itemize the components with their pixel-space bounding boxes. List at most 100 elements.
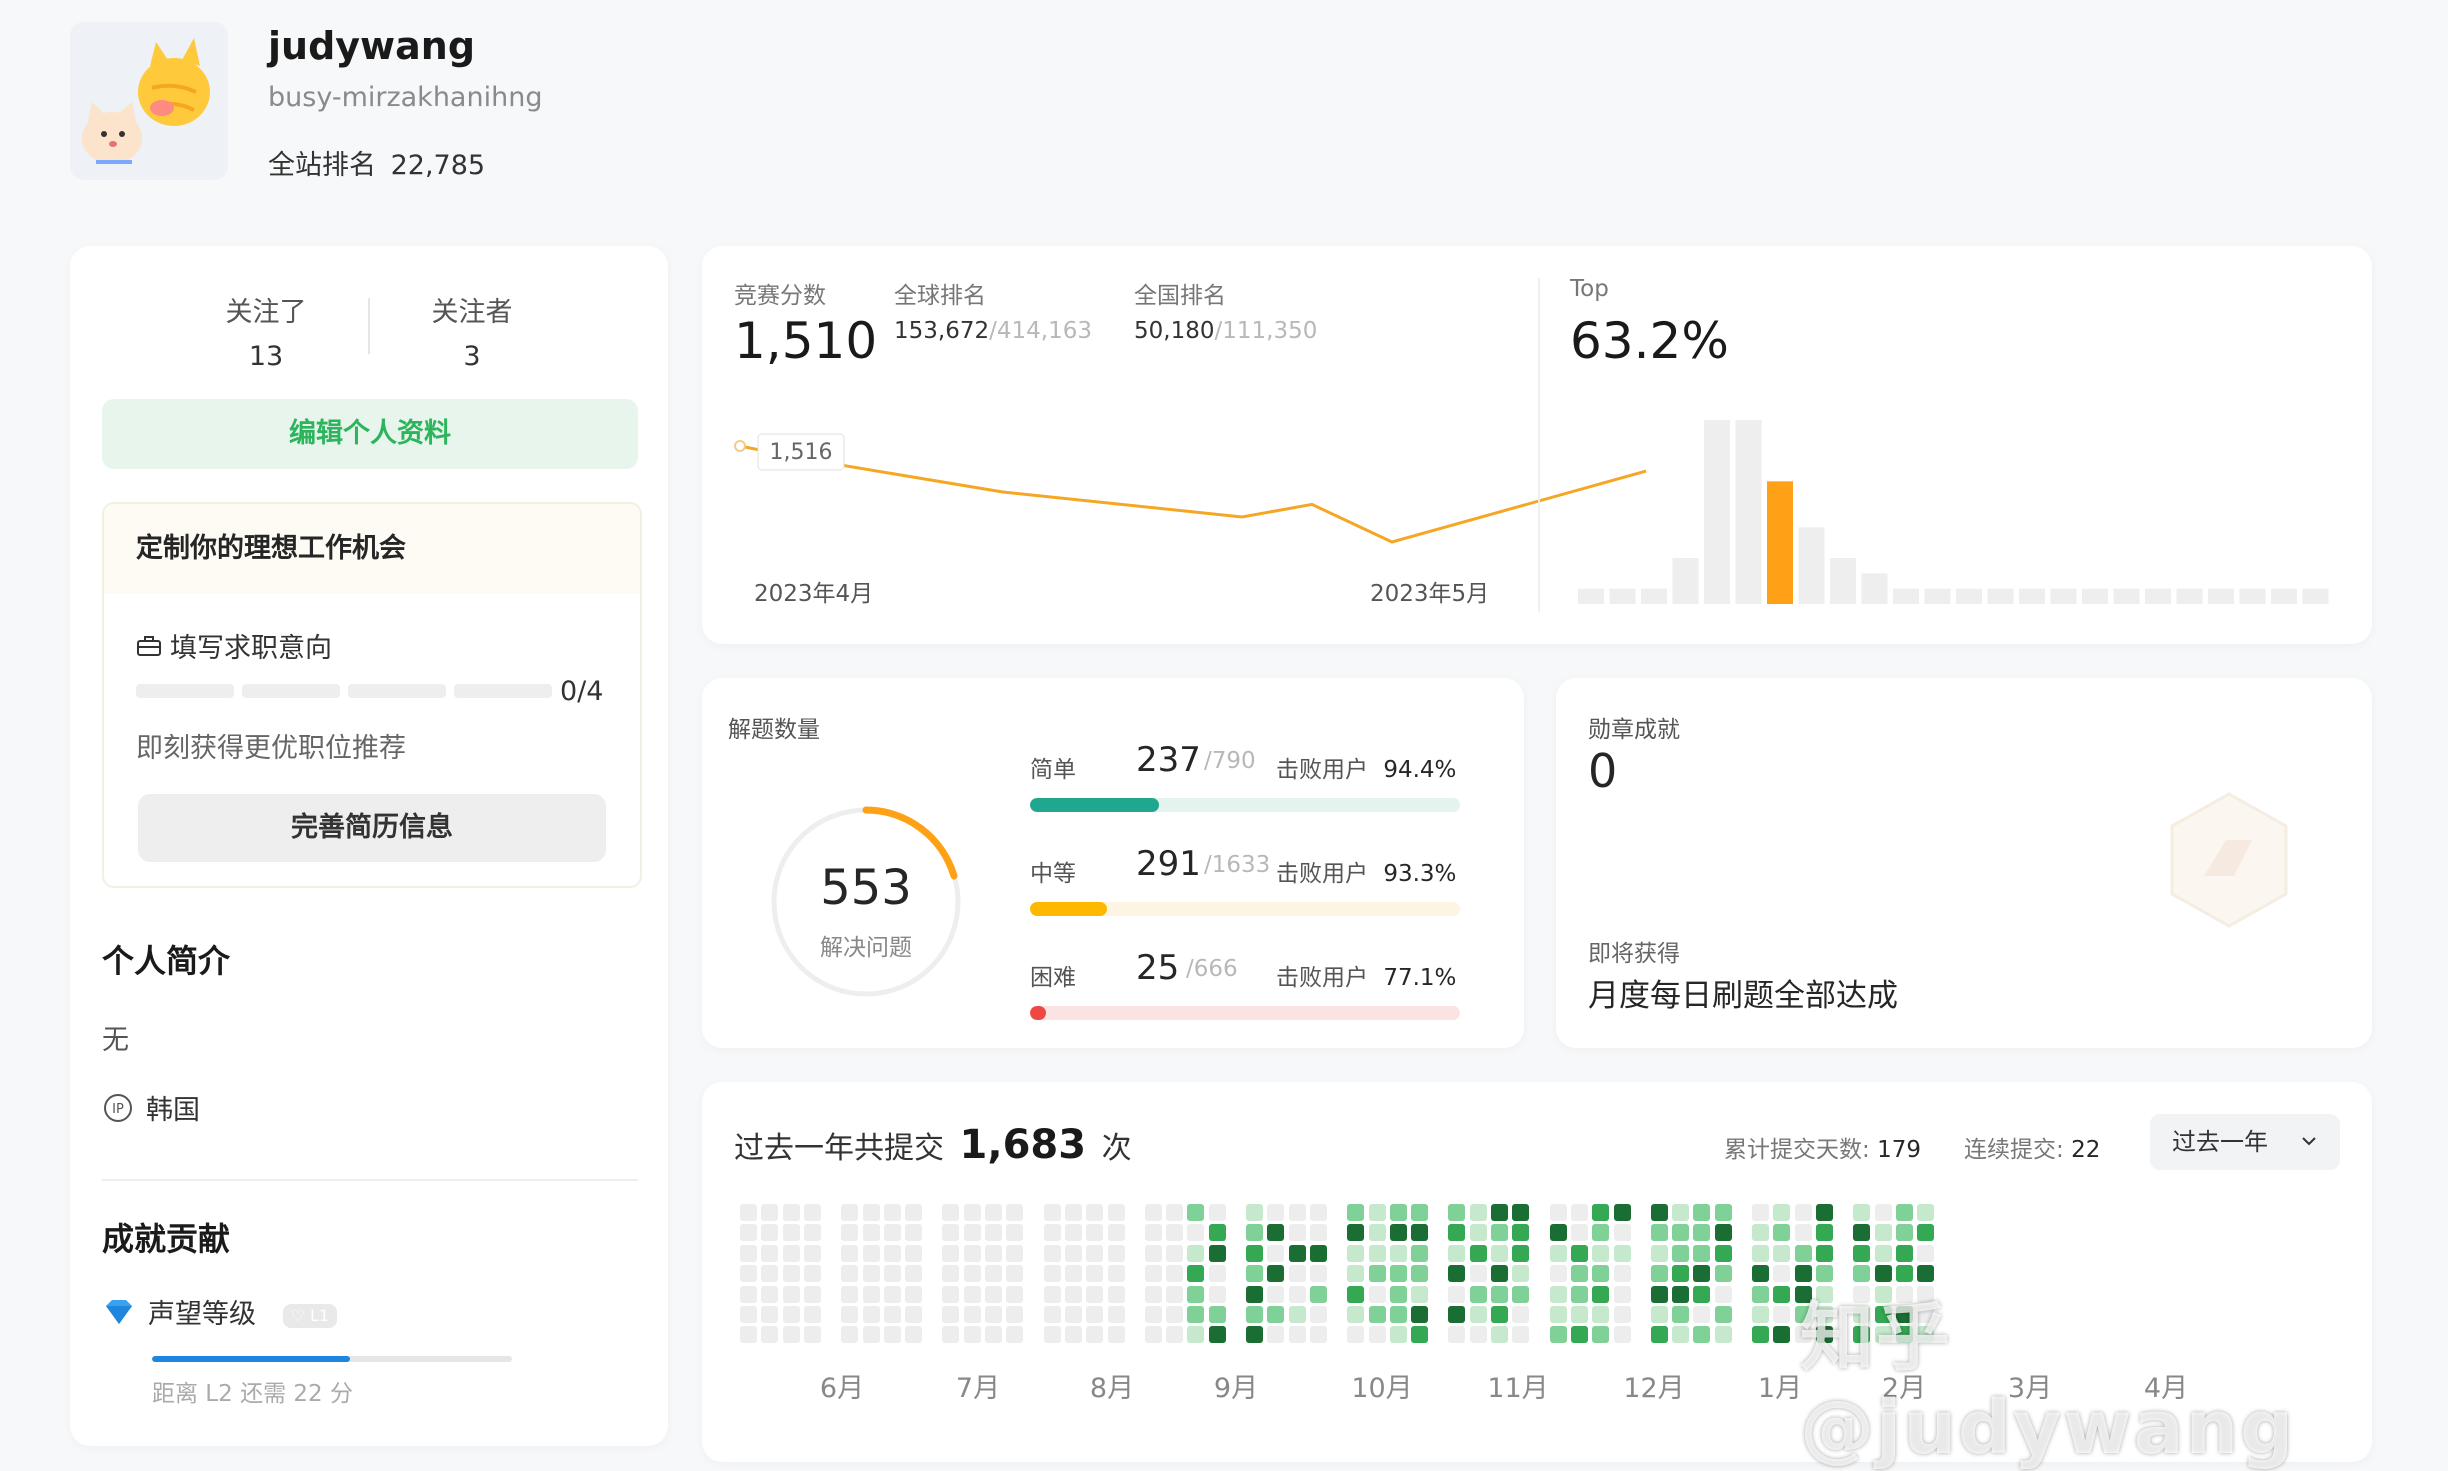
heatmap-cell[interactable]	[1411, 1326, 1429, 1344]
heatmap-cell[interactable]	[761, 1265, 779, 1283]
heatmap-cell[interactable]	[1773, 1326, 1791, 1344]
heatmap-cell[interactable]	[1693, 1306, 1711, 1323]
heatmap-cell[interactable]	[761, 1326, 779, 1344]
heatmap-cell[interactable]	[942, 1244, 960, 1262]
heatmap-cell[interactable]	[1650, 1306, 1668, 1323]
heatmap-cell[interactable]	[942, 1265, 960, 1283]
heatmap-cell[interactable]	[942, 1224, 960, 1242]
heatmap-cell[interactable]	[1347, 1265, 1365, 1283]
heatmap-cell[interactable]	[1714, 1244, 1732, 1262]
heatmap-cell[interactable]	[1714, 1224, 1732, 1242]
heatmap-cell[interactable]	[1208, 1224, 1226, 1242]
heatmap-cell[interactable]	[942, 1306, 960, 1323]
heatmap-cell[interactable]	[1469, 1204, 1487, 1221]
heatmap-cell[interactable]	[905, 1224, 923, 1242]
heatmap-cell[interactable]	[1368, 1265, 1386, 1283]
rating-distribution-chart[interactable]	[702, 246, 2372, 644]
heatmap-cell[interactable]	[1512, 1244, 1530, 1262]
heatmap-cell[interactable]	[963, 1285, 981, 1303]
heatmap-cell[interactable]	[1672, 1204, 1690, 1221]
heatmap-cell[interactable]	[1208, 1306, 1226, 1323]
heatmap-cell[interactable]	[1043, 1326, 1061, 1344]
heatmap-cell[interactable]	[841, 1204, 859, 1221]
heatmap-cell[interactable]	[1592, 1244, 1610, 1262]
heatmap-cell[interactable]	[1288, 1306, 1306, 1323]
heatmap-cell[interactable]	[1368, 1285, 1386, 1303]
heatmap-cell[interactable]	[1166, 1265, 1184, 1283]
heatmap-cell[interactable]	[1549, 1224, 1567, 1242]
heatmap-cell[interactable]	[1144, 1224, 1162, 1242]
heatmap-cell[interactable]	[1650, 1244, 1668, 1262]
heatmap-cell[interactable]	[1267, 1285, 1285, 1303]
heatmap-cell[interactable]	[1187, 1326, 1205, 1344]
heatmap-cell[interactable]	[1917, 1224, 1935, 1242]
heatmap-cell[interactable]	[761, 1224, 779, 1242]
heatmap-cell[interactable]	[1672, 1224, 1690, 1242]
heatmap-cell[interactable]	[1368, 1224, 1386, 1242]
heatmap-cell[interactable]	[1549, 1244, 1567, 1262]
heatmap-cell[interactable]	[862, 1204, 880, 1221]
heatmap-cell[interactable]	[1166, 1224, 1184, 1242]
heatmap-cell[interactable]	[883, 1285, 901, 1303]
heatmap-cell[interactable]	[1107, 1224, 1125, 1242]
heatmap-cell[interactable]	[1368, 1326, 1386, 1344]
heatmap-cell[interactable]	[1006, 1204, 1024, 1221]
heatmap-cell[interactable]	[782, 1285, 800, 1303]
heatmap-cell[interactable]	[1267, 1265, 1285, 1283]
heatmap-cell[interactable]	[883, 1244, 901, 1262]
heatmap-cell[interactable]	[1448, 1265, 1466, 1283]
heatmap-cell[interactable]	[1752, 1285, 1769, 1303]
heatmap-cell[interactable]	[1613, 1306, 1631, 1323]
heatmap-cell[interactable]	[1512, 1224, 1530, 1242]
heatmap-cell[interactable]	[1107, 1204, 1125, 1221]
heatmap-cell[interactable]	[1166, 1244, 1184, 1262]
heatmap-cell[interactable]	[1917, 1244, 1935, 1262]
heatmap-cell[interactable]	[1448, 1326, 1466, 1344]
heatmap-cell[interactable]	[1288, 1326, 1306, 1344]
heatmap-cell[interactable]	[1592, 1265, 1610, 1283]
heatmap-cell[interactable]	[1267, 1204, 1285, 1221]
heatmap-cell[interactable]	[1448, 1244, 1466, 1262]
heatmap-cell[interactable]	[942, 1204, 960, 1221]
heatmap-cell[interactable]	[1773, 1204, 1791, 1221]
heatmap-cell[interactable]	[1570, 1326, 1588, 1344]
heatmap-cell[interactable]	[803, 1265, 821, 1283]
heatmap-cell[interactable]	[1309, 1204, 1327, 1221]
heatmap-cell[interactable]	[1672, 1285, 1690, 1303]
heatmap-cell[interactable]	[1208, 1204, 1226, 1221]
heatmap-cell[interactable]	[1895, 1224, 1913, 1242]
heatmap-cell[interactable]	[985, 1306, 1002, 1323]
heatmap-cell[interactable]	[1794, 1204, 1812, 1221]
heatmap-cell[interactable]	[1043, 1306, 1061, 1323]
heatmap-cell[interactable]	[1006, 1244, 1024, 1262]
heatmap-cell[interactable]	[1853, 1204, 1871, 1221]
heatmap-cell[interactable]	[1592, 1204, 1610, 1221]
heatmap-cell[interactable]	[963, 1265, 981, 1283]
heatmap-cell[interactable]	[1592, 1326, 1610, 1344]
heatmap-cell[interactable]	[1752, 1204, 1769, 1221]
avatar[interactable]	[70, 22, 228, 180]
heatmap-cell[interactable]	[782, 1326, 800, 1344]
heatmap-cell[interactable]	[1714, 1265, 1732, 1283]
heatmap-cell[interactable]	[1246, 1306, 1263, 1323]
heatmap-cell[interactable]	[1246, 1224, 1263, 1242]
heatmap-cell[interactable]	[1086, 1224, 1104, 1242]
heatmap-cell[interactable]	[1309, 1306, 1327, 1323]
heatmap-cell[interactable]	[1512, 1285, 1530, 1303]
heatmap-cell[interactable]	[1043, 1265, 1061, 1283]
heatmap-cell[interactable]	[905, 1244, 923, 1262]
heatmap-cell[interactable]	[1491, 1244, 1508, 1262]
heatmap-cell[interactable]	[803, 1224, 821, 1242]
heatmap-cell[interactable]	[740, 1244, 757, 1262]
heatmap-cell[interactable]	[1448, 1204, 1466, 1221]
heatmap-cell[interactable]	[1043, 1204, 1061, 1221]
heatmap-cell[interactable]	[1693, 1326, 1711, 1344]
heatmap-cell[interactable]	[862, 1244, 880, 1262]
heatmap-cell[interactable]	[1549, 1265, 1567, 1283]
heatmap-cell[interactable]	[1672, 1265, 1690, 1283]
heatmap-cell[interactable]	[1570, 1244, 1588, 1262]
heatmap-cell[interactable]	[1815, 1244, 1833, 1262]
heatmap-cell[interactable]	[1144, 1265, 1162, 1283]
heatmap-cell[interactable]	[1347, 1306, 1365, 1323]
heatmap-cell[interactable]	[1187, 1265, 1205, 1283]
